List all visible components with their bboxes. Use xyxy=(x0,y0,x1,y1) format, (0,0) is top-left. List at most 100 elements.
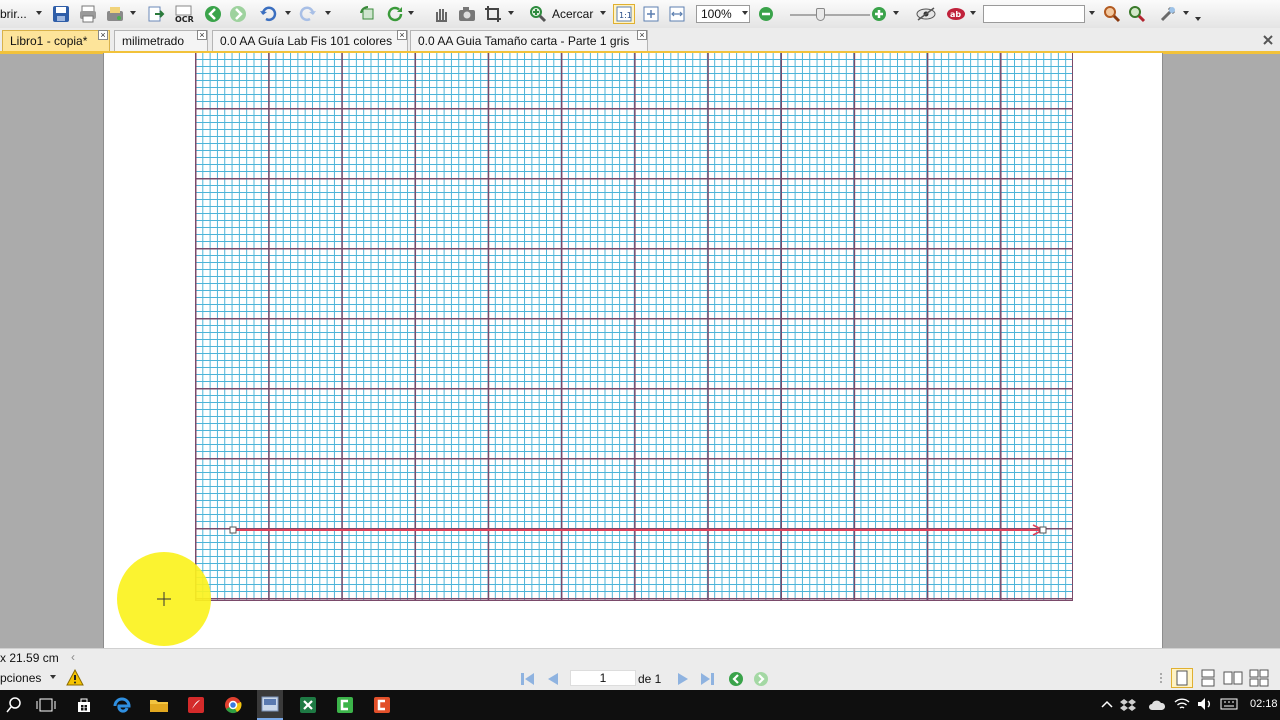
tab-milimetrado[interactable]: milimetrado × xyxy=(114,30,208,52)
tab-label: Libro1 - copia* xyxy=(10,34,88,48)
clock[interactable]: 02:18 xyxy=(1250,698,1278,710)
export-icon[interactable] xyxy=(145,4,167,24)
edge-icon[interactable] xyxy=(110,694,134,716)
tools-icon[interactable] xyxy=(1157,4,1179,24)
active-viewer-app-icon[interactable] xyxy=(257,690,283,720)
options-caret[interactable] xyxy=(50,675,56,679)
view-mode-icon[interactable] xyxy=(914,4,938,24)
svg-text:1:1: 1:1 xyxy=(619,11,632,20)
dropbox-icon[interactable] xyxy=(1120,698,1136,715)
tools-caret[interactable] xyxy=(1183,11,1189,15)
zoom-plus-caret[interactable] xyxy=(893,11,899,15)
search-caret[interactable] xyxy=(1089,11,1095,15)
annotation-icon[interactable]: ab xyxy=(944,4,968,24)
search-input[interactable] xyxy=(983,5,1085,23)
tab-close-icon[interactable]: × xyxy=(397,30,407,40)
main-toolbar: brir... OCR Acercar 1:1 100% ab xyxy=(0,0,1280,29)
scan-icon[interactable] xyxy=(104,4,126,24)
previous-page-icon[interactable] xyxy=(544,671,562,690)
zoom-mode-caret[interactable] xyxy=(600,11,606,15)
crop-icon[interactable] xyxy=(482,4,504,24)
last-page-icon[interactable] xyxy=(698,671,716,690)
ocr-icon[interactable]: OCR xyxy=(172,4,196,24)
svg-text:ab: ab xyxy=(950,10,961,19)
toolbar-overflow-caret[interactable] xyxy=(1195,17,1201,21)
millimeter-grid[interactable] xyxy=(195,53,1073,601)
history-forward-icon[interactable] xyxy=(752,671,770,690)
zoom-in-icon[interactable] xyxy=(528,4,548,24)
redo-dropdown-caret[interactable] xyxy=(325,11,331,15)
forward-icon[interactable] xyxy=(227,4,249,24)
tab-label: 0.0 AA Guía Lab Fis 101 colores xyxy=(220,34,393,48)
grip-handle[interactable] xyxy=(1160,673,1170,683)
print-icon[interactable] xyxy=(77,4,99,24)
search-previous-icon[interactable] xyxy=(1101,4,1123,24)
save-icon[interactable] xyxy=(50,4,72,24)
undo-icon[interactable] xyxy=(257,4,279,24)
zoom-level-caret[interactable] xyxy=(742,11,748,15)
wifi-icon[interactable] xyxy=(1174,697,1190,714)
collapse-chevron-icon[interactable]: ‹ xyxy=(71,650,75,664)
facing-view-icon[interactable] xyxy=(1223,669,1243,687)
actual-size-icon[interactable]: 1:1 xyxy=(613,4,635,24)
fit-width-icon[interactable] xyxy=(666,4,688,24)
zoom-out-icon[interactable] xyxy=(756,4,776,24)
single-page-view-icon[interactable] xyxy=(1171,668,1193,688)
keyboard-icon[interactable] xyxy=(1220,697,1238,714)
history-back-icon[interactable] xyxy=(727,671,745,690)
undo-dropdown-caret[interactable] xyxy=(285,11,291,15)
tab-close-icon[interactable]: × xyxy=(197,30,207,40)
open-dropdown-caret[interactable] xyxy=(36,11,42,15)
tab-libro1-copia[interactable]: Libro1 - copia* × xyxy=(2,30,110,52)
page-count-label: de 1 xyxy=(638,672,662,686)
continuous-view-icon[interactable] xyxy=(1198,669,1218,687)
tab-label: 0.0 AA Guia Tamaño carta - Parte 1 gris xyxy=(418,34,630,48)
refresh-icon[interactable] xyxy=(384,4,406,24)
svg-text:OCR: OCR xyxy=(175,15,194,23)
onedrive-icon[interactable] xyxy=(1148,699,1166,714)
volume-icon[interactable] xyxy=(1197,697,1213,714)
status-bar: x 21.59 cm ‹ xyxy=(0,648,1280,668)
page-number-input[interactable]: 1 xyxy=(570,670,636,686)
rotate-icon[interactable] xyxy=(357,4,379,24)
page-size-label: x 21.59 cm xyxy=(0,651,59,665)
recorder-icon[interactable] xyxy=(370,694,394,716)
file-explorer-icon[interactable] xyxy=(147,694,171,716)
navigation-bar: pciones 1 de 1 xyxy=(0,667,1280,690)
scan-dropdown-caret[interactable] xyxy=(130,11,136,15)
warning-icon[interactable] xyxy=(66,668,84,687)
continuous-facing-view-icon[interactable] xyxy=(1249,669,1269,687)
task-view-icon[interactable] xyxy=(34,694,58,716)
open-button[interactable]: brir... xyxy=(0,7,27,21)
chrome-icon[interactable] xyxy=(221,694,245,716)
tab-close-icon[interactable]: × xyxy=(98,30,108,40)
crop-dropdown-caret[interactable] xyxy=(508,11,514,15)
zoom-in-plus-icon[interactable] xyxy=(869,4,889,24)
refresh-dropdown-caret[interactable] xyxy=(408,11,414,15)
annotation-caret[interactable] xyxy=(970,11,976,15)
hand-tool-icon[interactable] xyxy=(430,4,452,24)
show-hidden-icons-chevron[interactable] xyxy=(1101,698,1113,713)
search-next-icon[interactable] xyxy=(1126,4,1148,24)
pdf-app-icon[interactable] xyxy=(184,694,208,716)
search-icon[interactable] xyxy=(2,694,26,716)
zoom-slider-track[interactable] xyxy=(790,14,870,16)
zoom-slider-thumb[interactable] xyxy=(816,8,825,21)
excel-icon[interactable] xyxy=(296,694,320,716)
next-page-icon[interactable] xyxy=(674,671,692,690)
first-page-icon[interactable] xyxy=(519,671,537,690)
tab-close-icon[interactable]: × xyxy=(637,30,647,40)
back-icon[interactable] xyxy=(202,4,224,24)
tab-label: milimetrado xyxy=(122,34,185,48)
options-button[interactable]: pciones xyxy=(0,671,41,685)
windows-taskbar: 02:18 xyxy=(0,690,1280,720)
camtasia-icon[interactable] xyxy=(333,694,357,716)
store-icon[interactable] xyxy=(72,694,96,716)
zoom-in-button[interactable]: Acercar xyxy=(552,7,593,21)
fit-page-icon[interactable] xyxy=(640,4,662,24)
redo-icon[interactable] xyxy=(297,4,319,24)
tab-guia-tamano-carta[interactable]: 0.0 AA Guia Tamaño carta - Parte 1 gris … xyxy=(410,30,648,52)
tab-guia-lab-fis[interactable]: 0.0 AA Guía Lab Fis 101 colores × xyxy=(212,30,408,52)
camera-icon[interactable] xyxy=(456,4,478,24)
close-document-icon[interactable] xyxy=(1262,34,1274,46)
